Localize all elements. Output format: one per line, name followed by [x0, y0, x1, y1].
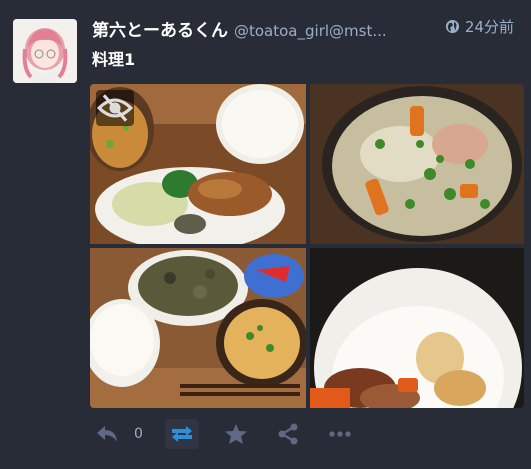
- account-handle[interactable]: @toatoa_girl@mst...: [234, 22, 387, 40]
- avatar-image: [13, 19, 77, 83]
- status-action-bar: 0: [92, 418, 355, 450]
- favourite-button[interactable]: [221, 419, 251, 449]
- reply-icon: [97, 426, 117, 442]
- hide-media-button[interactable]: [96, 90, 134, 126]
- status-header: 第六とーあるくん @toatoa_girl@mst... 24分前: [92, 16, 524, 41]
- reply-count: 0: [134, 426, 143, 442]
- ellipsis-icon: [329, 431, 351, 437]
- boost-button[interactable]: [164, 419, 199, 449]
- more-button[interactable]: [325, 419, 355, 449]
- relative-time[interactable]: 24分前: [465, 16, 514, 37]
- food-photo: [310, 248, 524, 408]
- retweet-icon: [171, 426, 192, 442]
- eye-slash-icon: [96, 94, 134, 122]
- media-item-4[interactable]: [310, 248, 524, 408]
- food-photo: [310, 84, 524, 244]
- avatar[interactable]: [13, 19, 77, 83]
- display-name[interactable]: 第六とーあるくん: [92, 16, 228, 41]
- share-button[interactable]: [273, 419, 303, 449]
- star-icon: [224, 424, 247, 444]
- status-content: 料理1: [92, 50, 136, 69]
- media-gallery: [90, 84, 524, 408]
- reply-button[interactable]: [92, 419, 122, 449]
- status-meta: 24分前: [445, 16, 514, 37]
- media-item-3[interactable]: [90, 248, 306, 408]
- media-item-2[interactable]: [310, 84, 524, 244]
- globe-icon: [445, 19, 459, 34]
- media-item-1[interactable]: [90, 84, 306, 244]
- share-icon: [278, 423, 298, 445]
- food-photo: [90, 248, 306, 408]
- status-card: 第六とーあるくん @toatoa_girl@mst... 24分前 料理1 0: [0, 0, 531, 469]
